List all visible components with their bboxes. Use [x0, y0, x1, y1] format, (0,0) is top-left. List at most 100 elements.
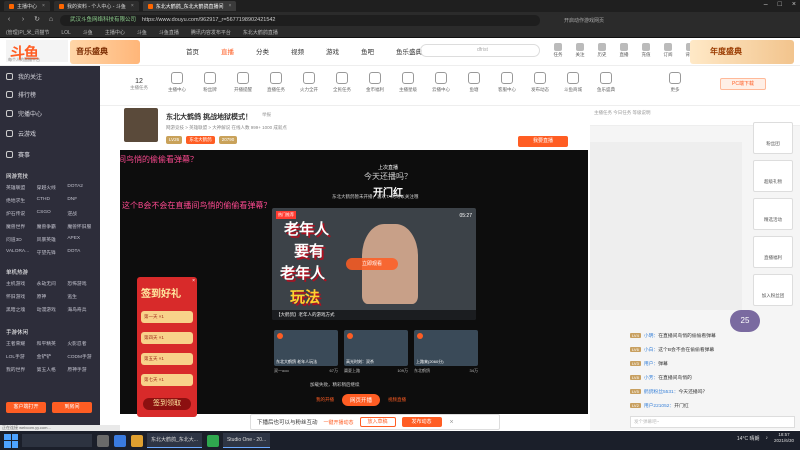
game-link[interactable]: 火影忍者 — [67, 340, 98, 347]
close-icon[interactable]: × — [450, 419, 454, 426]
bookmark-item[interactable]: 腾讯内容发布平台 — [191, 29, 231, 36]
signin-claim-button[interactable]: 签到领取 — [143, 398, 191, 410]
feature-item[interactable]: 发布动态 — [525, 72, 555, 93]
nav-home[interactable]: 首页 — [186, 46, 199, 56]
bookmark-item[interactable]: 斗鱼 — [137, 29, 147, 36]
history-button[interactable]: 历史 — [594, 43, 610, 64]
forward-icon[interactable]: › — [18, 15, 28, 25]
game-link[interactable]: 王者荣耀 — [6, 340, 37, 347]
bookmark-item[interactable]: 斗鱼 — [83, 29, 93, 36]
game-link[interactable]: 炉石传说 — [6, 210, 37, 217]
event-card[interactable]: 精选活动 — [753, 198, 793, 230]
chat-input[interactable]: 发个弹幕吧~ — [630, 416, 795, 428]
game-link[interactable]: 魔兽争霸 — [37, 223, 68, 230]
game-link[interactable]: 第五人格 — [37, 366, 68, 373]
game-link[interactable]: 永劫无间 — [37, 280, 68, 287]
game-link[interactable]: CTHD — [37, 197, 68, 204]
game-link[interactable]: 绝地求生 — [6, 197, 37, 204]
bookmark-item[interactable]: 主播中心 — [105, 29, 125, 36]
taskbar-app[interactable]: 东北大鹤鸽_东北大... — [147, 433, 202, 448]
one-click-post-link[interactable]: 一键开播动态 — [324, 419, 354, 426]
game-link[interactable]: 风暴英雄 — [37, 236, 68, 243]
feature-item[interactable]: 鱼乐盛典 — [591, 72, 621, 93]
publish-post-button[interactable]: 发布动态 — [401, 417, 442, 427]
system-clock[interactable]: 18:57 2021/6/30 — [774, 432, 794, 444]
close-tab-icon[interactable]: × — [42, 3, 45, 9]
game-link[interactable]: 魔兽世界 — [6, 223, 37, 230]
feature-item[interactable]: 全民任务 — [327, 72, 357, 93]
related-clip[interactable]: 东北大鹤鸽 老年人玩法 — [274, 330, 338, 366]
related-clip[interactable]: 上路来(2060分) — [414, 330, 478, 366]
web-stream-button[interactable]: 网页开播 — [342, 394, 381, 406]
annual-festival-banner[interactable]: 年度盛典 — [690, 40, 794, 64]
game-link[interactable]: 原神手游 — [67, 366, 98, 373]
go-live-button[interactable]: 直播 — [616, 43, 632, 64]
bookmark-item[interactable]: LOL — [61, 30, 70, 36]
save-draft-button[interactable]: 放入草稿 — [359, 417, 396, 427]
game-link[interactable]: APEX — [67, 236, 98, 243]
welfare-card[interactable]: 直播福利 — [753, 236, 793, 268]
game-link[interactable]: DNF — [67, 197, 98, 204]
to-room-button[interactable]: 到房间 — [52, 402, 92, 413]
game-link[interactable]: 逃生 — [67, 293, 98, 300]
task-button[interactable]: 任务 — [550, 43, 566, 64]
bookmark-item[interactable]: 斗鱼直播 — [159, 29, 179, 36]
streamer-avatar[interactable] — [124, 108, 158, 142]
pc-client-download-button[interactable]: PC端下载 — [720, 78, 766, 90]
feature-item[interactable]: 云播中心 — [426, 72, 456, 93]
watch-now-button[interactable]: 立即观看 — [346, 258, 398, 270]
game-link[interactable]: DOTA — [67, 249, 98, 256]
game-link[interactable]: CSGO — [37, 210, 68, 217]
client-open-button[interactable]: 客户端打开 — [6, 402, 46, 413]
task-counter[interactable]: 12 主播任务 — [130, 78, 148, 91]
search-input[interactable]: dfrist — [420, 44, 540, 57]
level-circle[interactable]: 25 — [730, 310, 760, 332]
sidebar-item-cloud-game[interactable]: 云游戏 — [6, 129, 36, 138]
tab-profile[interactable]: 我的资料 - 个人中心 - 斗鱼 × — [53, 1, 139, 11]
maximize-icon[interactable]: □ — [778, 1, 782, 8]
feature-item[interactable]: 斗鱼商城 — [558, 72, 588, 93]
feature-item[interactable]: 主播星级 — [393, 72, 423, 93]
nav-live[interactable]: 直播 — [221, 46, 234, 56]
feature-item[interactable]: 鱼塘 — [459, 72, 489, 93]
game-link[interactable]: 穿越火线 — [37, 184, 68, 191]
reload-icon[interactable]: ↻ — [32, 15, 42, 25]
nav-video[interactable]: 视频 — [291, 46, 304, 56]
game-link[interactable]: 逆战 — [67, 210, 98, 217]
feature-item[interactable]: 客服中心 — [492, 72, 522, 93]
game-link[interactable]: 金铲铲 — [37, 353, 68, 360]
game-link[interactable]: 怀旧游戏 — [6, 293, 37, 300]
nav-games[interactable]: 游戏 — [326, 46, 339, 56]
game-link[interactable]: 和平精英 — [37, 340, 68, 347]
taskbar-app[interactable]: Studio One - 20... — [222, 433, 271, 448]
game-link[interactable]: VALORA... — [6, 249, 37, 256]
home-icon[interactable]: ⌂ — [46, 15, 56, 25]
super-gift-card[interactable]: 超级礼物 — [753, 160, 793, 192]
nav-category[interactable]: 分类 — [256, 46, 269, 56]
game-link[interactable]: 问道3D — [6, 236, 37, 243]
back-icon[interactable]: ‹ — [4, 15, 14, 25]
follow-button[interactable]: 关注 — [572, 43, 588, 64]
folder-icon[interactable] — [131, 434, 143, 447]
game-link[interactable]: 黑暗之魂 — [6, 306, 37, 313]
music-festival-banner[interactable]: 音乐盛典 — [70, 40, 140, 64]
game-link[interactable]: 主机游戏 — [6, 280, 37, 287]
game-link[interactable]: 动漫游戏 — [37, 306, 68, 313]
video-stream-link[interactable]: 视频直播 — [388, 397, 406, 403]
game-link[interactable]: 原神 — [37, 293, 68, 300]
game-link[interactable]: LOL手游 — [6, 353, 37, 360]
featured-clip[interactable]: 热门推荐 05:27 老年人 要有 老年人 玩法 立即观看 【大鹤鸽】老年人的游… — [272, 208, 476, 320]
sidebar-item-ranking[interactable]: 排行榜 — [6, 90, 36, 99]
tab-live-room[interactable]: 东北大鹤鸽_东北大鹤鸽直播间 × — [142, 1, 237, 11]
game-link[interactable]: CODM手游 — [67, 353, 98, 360]
game-link[interactable]: 海岛奇兵 — [67, 306, 98, 313]
minimize-icon[interactable]: – — [764, 1, 768, 8]
wechat-icon[interactable] — [206, 434, 219, 447]
address-bar-hint[interactable]: 开启动作游戏网页 — [564, 17, 604, 24]
weather-status[interactable]: 14°C 晴朗 — [737, 435, 760, 442]
tab-streamer-center[interactable]: 主播中心 × — [4, 1, 50, 11]
sidebar-item-follow[interactable]: 我的关注 — [6, 72, 42, 81]
sidebar-item-esports[interactable]: 赛事 — [6, 150, 30, 159]
feature-item[interactable]: 主播中心 — [162, 72, 192, 93]
streamer-name-tag[interactable]: 东北大鹤鸽 — [186, 136, 215, 144]
